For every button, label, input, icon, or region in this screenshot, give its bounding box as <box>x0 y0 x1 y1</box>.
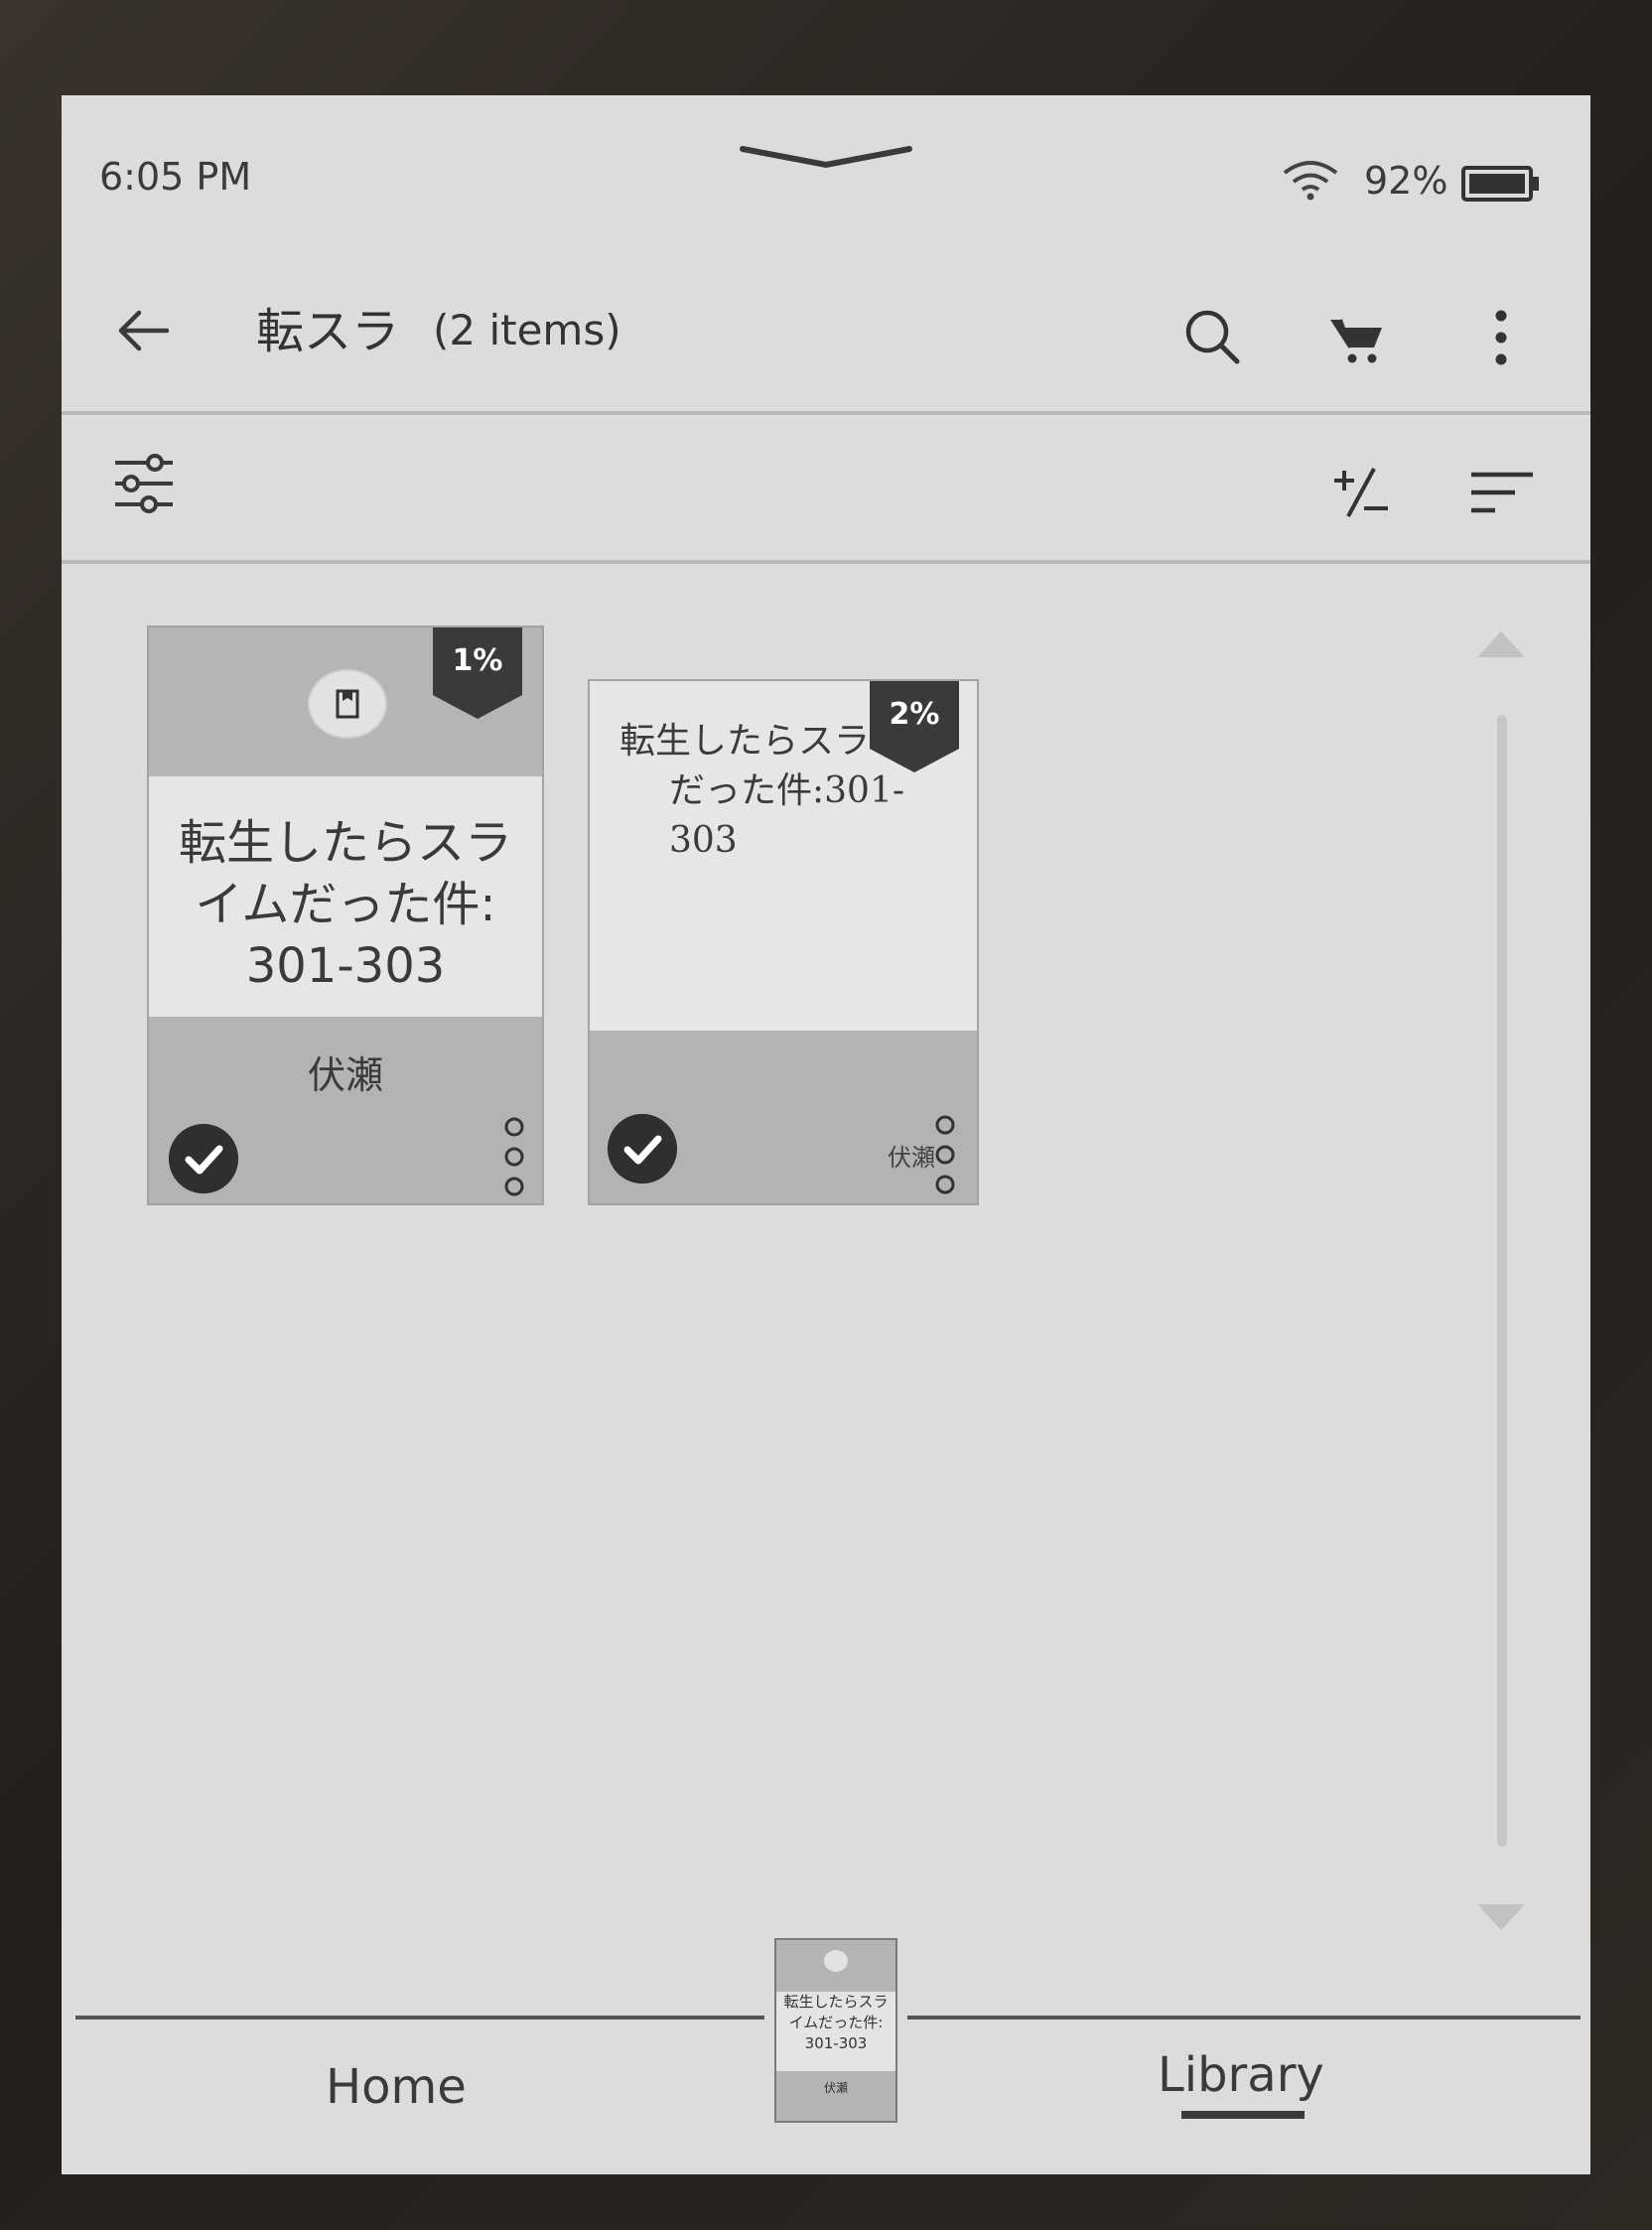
book-author: 伏瀬 <box>888 1144 935 1172</box>
book-author: 伏瀬 <box>307 1053 383 1097</box>
book-title-line: だった件:301-303 <box>669 770 905 861</box>
current-book-thumbnail[interactable]: 転生したらスラ イムだった件: 301-303 伏瀬 <box>774 1938 897 2123</box>
scroll-up-arrow-icon[interactable] <box>1475 629 1527 659</box>
sort-icon[interactable] <box>1469 471 1535 514</box>
thumbnail-title-line: 301-303 <box>804 2034 868 2052</box>
book-card[interactable]: 1% 転生したらスラ イムだった件: 301-303 伏瀬 <box>147 626 544 1205</box>
battery-percentage: 92% <box>1364 159 1448 203</box>
book-badge-icon <box>824 1950 848 1972</box>
thumbnail-author: 伏瀬 <box>823 2081 848 2095</box>
status-time: 6:05 PM <box>99 155 252 199</box>
book-title-line: イムだった件: <box>195 877 496 932</box>
pull-down-chevron-icon[interactable] <box>737 143 915 173</box>
book-title-line: 転生したらスラ <box>178 815 512 871</box>
scroll-down-arrow-icon[interactable] <box>1475 1902 1527 1932</box>
book-title-line: 転生したらスラ <box>620 721 871 762</box>
book-title: 転生したらスラ イムだった件: 301-303 <box>149 812 542 997</box>
nav-home[interactable]: Home <box>326 2059 467 2115</box>
search-icon[interactable] <box>1183 308 1241 365</box>
book-options-icon[interactable] <box>502 1116 526 1197</box>
add-remove-items-icon[interactable] <box>1330 465 1390 520</box>
cart-icon[interactable] <box>1328 316 1384 365</box>
battery-icon <box>1461 166 1539 202</box>
book-card[interactable]: 転生したらスラ だった件:301-303 2% 伏瀬 <box>588 679 979 1205</box>
nav-divider <box>75 2016 764 2020</box>
item-count: (2 items) <box>433 306 621 354</box>
book-title-line: 301-303 <box>245 938 446 994</box>
downloaded-check-icon <box>169 1124 238 1193</box>
nav-library-active-indicator <box>1181 2111 1305 2119</box>
header-divider <box>62 411 1590 415</box>
back-arrow-icon[interactable] <box>113 306 173 355</box>
collection-title: 転スラ <box>256 304 400 359</box>
thumbnail-title: 転生したらスラ イムだった件: 301-303 <box>776 1992 895 2054</box>
nav-divider <box>907 2016 1581 2020</box>
book-options-icon[interactable] <box>933 1114 957 1195</box>
thumbnail-title-line: イムだった件: <box>788 2014 884 2031</box>
filter-icon[interactable] <box>111 453 177 514</box>
wifi-icon <box>1283 161 1338 201</box>
toolbar-divider <box>62 560 1590 564</box>
thumbnail-bottom-band: 伏瀬 <box>776 2071 895 2121</box>
book-badge-icon <box>308 669 387 739</box>
more-options-icon[interactable] <box>1491 308 1511 367</box>
nav-library[interactable]: Library <box>1158 2047 1324 2103</box>
scrollbar-track[interactable] <box>1497 715 1507 1847</box>
kindle-screen: 6:05 PM 92% 転スラ (2 items) 1% 転生したらスラ イムだ… <box>62 95 1590 2174</box>
thumbnail-title-line: 転生したらスラ <box>783 1993 889 2011</box>
downloaded-check-icon <box>608 1114 677 1184</box>
